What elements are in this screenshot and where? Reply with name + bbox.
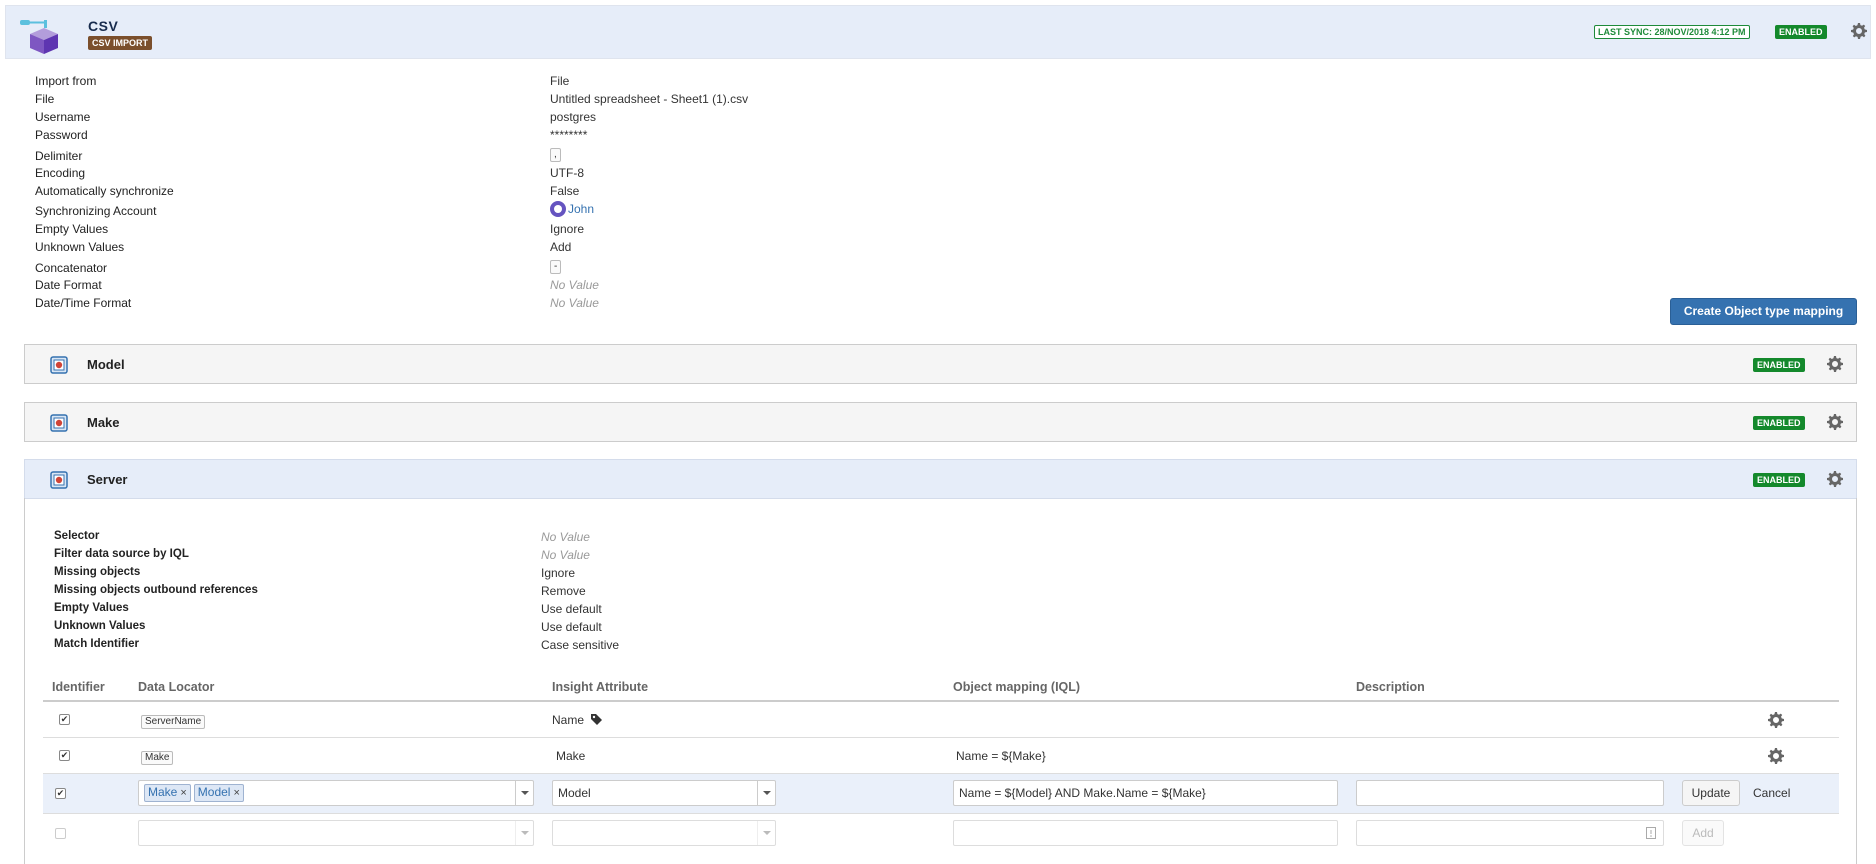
chevron-down-icon[interactable] <box>515 821 533 845</box>
prop-import-from: Import from File <box>35 74 570 88</box>
locator-tag: Model × <box>193 784 244 802</box>
prop-datetime-format: Date/Time Format No Value <box>35 296 599 310</box>
locator-tag: Make × <box>144 784 191 802</box>
sprop-missing-objects: Missing objects Ignore <box>54 566 576 580</box>
prop-auto-sync: Automatically synchronize False <box>35 184 580 198</box>
prop-delimiter: Delimiter, <box>35 146 835 166</box>
insight-attribute: Name <box>552 713 603 727</box>
sync-account-link[interactable]: John <box>568 202 594 216</box>
sprop-selector: Selector No Value <box>54 530 590 544</box>
object-mapping-input[interactable]: Name = ${Model} AND Make.Name = ${Make} <box>953 780 1338 806</box>
prop-password: Password ******** <box>35 128 588 142</box>
mapping-name: Make <box>87 415 120 430</box>
label-tag-icon <box>591 714 603 725</box>
import-header: CSV CSV IMPORT LAST SYNC: 28/NOV/2018 4:… <box>5 5 1871 59</box>
status-badge: ENABLED <box>1753 473 1805 487</box>
identifier-checkbox[interactable]: ✔ <box>59 714 70 725</box>
mapping-panel-model[interactable]: Model ENABLED <box>24 344 1857 384</box>
data-locator-select[interactable]: Make × Model × <box>138 780 534 806</box>
cancel-link[interactable]: Cancel <box>1753 786 1790 800</box>
object-mapping-input[interactable] <box>953 820 1338 846</box>
row-settings-gear-icon[interactable] <box>1768 748 1784 764</box>
table-row[interactable]: ✔ Make Make Name = ${Make} <box>43 738 1839 774</box>
mapping-panel-server[interactable]: Server ENABLED <box>24 459 1857 499</box>
object-type-icon <box>50 356 68 374</box>
last-sync-badge: LAST SYNC: 28/NOV/2018 4:12 PM <box>1594 25 1750 39</box>
concatenator-chip: - <box>550 260 562 274</box>
description-input[interactable] <box>1356 780 1664 806</box>
import-settings-gear-icon[interactable] <box>1851 23 1867 39</box>
col-data-locator: Data Locator <box>138 680 215 694</box>
user-avatar <box>550 201 566 217</box>
mapping-name: Model <box>87 357 125 372</box>
object-type-icon <box>50 414 68 432</box>
mapping-settings-gear-icon[interactable] <box>1827 356 1843 372</box>
col-object-mapping: Object mapping (IQL) <box>953 680 1081 694</box>
import-title: CSV <box>88 18 119 34</box>
description-input[interactable] <box>1356 820 1664 846</box>
data-locator-select[interactable] <box>138 820 534 846</box>
table-row[interactable]: ✔ ServerName Name <box>43 702 1839 738</box>
add-button[interactable]: Add <box>1682 820 1724 846</box>
import-properties: Import from File File Untitled spreadsheet… <box>35 74 835 314</box>
mapping-name: Server <box>87 472 128 487</box>
data-locator-chip: ServerName <box>141 715 206 729</box>
prop-sync-account: Synchronizing Account John <box>35 201 595 218</box>
chevron-down-icon[interactable] <box>757 781 775 805</box>
mapping-settings-gear-icon[interactable] <box>1827 471 1843 487</box>
chevron-down-icon[interactable] <box>515 781 533 805</box>
sprop-filter-iql: Filter data source by IQL No Value <box>54 548 590 562</box>
sprop-match-identifier: Match Identifier Case sensitive <box>54 638 620 652</box>
identifier-checkbox[interactable]: ✔ <box>55 788 66 799</box>
text-expand-icon[interactable] <box>1646 827 1656 839</box>
mapping-settings-gear-icon[interactable] <box>1827 414 1843 430</box>
insight-attribute-select[interactable] <box>552 820 776 846</box>
sprop-missing-outbound: Missing objects outbound references Remov… <box>54 584 586 598</box>
csv-package-icon <box>20 20 58 54</box>
status-badge: ENABLED <box>1753 358 1805 372</box>
status-badge: ENABLED <box>1775 25 1827 39</box>
update-button[interactable]: Update <box>1682 780 1740 806</box>
object-type-icon <box>50 471 68 489</box>
col-description: Description <box>1356 680 1425 694</box>
prop-unknown-values: Unknown Values Add <box>35 240 572 254</box>
remove-tag-icon[interactable]: × <box>233 787 239 799</box>
table-header: Identifier Data Locator Insight Attribut… <box>43 676 1839 702</box>
insight-attribute: Make <box>556 749 586 763</box>
prop-username: Username postgres <box>35 110 597 124</box>
prop-date-format: Date Format No Value <box>35 278 599 292</box>
create-object-type-mapping-button[interactable]: Create Object type mapping <box>1670 298 1857 325</box>
col-identifier: Identifier <box>52 680 105 694</box>
row-settings-gear-icon[interactable] <box>1768 712 1784 728</box>
insight-attribute-select[interactable]: Model <box>552 780 776 806</box>
import-type-badge: CSV IMPORT <box>88 36 153 50</box>
prop-encoding: Encoding UTF-8 <box>35 166 584 180</box>
mapping-panel-make[interactable]: Make ENABLED <box>24 402 1857 442</box>
prop-concatenator: Concatenator - <box>35 258 835 278</box>
col-insight-attribute: Insight Attribute <box>552 680 649 694</box>
table-row-new[interactable]: Add <box>43 814 1839 854</box>
sprop-empty-values: Empty Values Use default <box>54 602 602 616</box>
attribute-mapping-table: Identifier Data Locator Insight Attribut… <box>43 676 1839 854</box>
sprop-unknown-values: Unknown Values Use default <box>54 620 602 634</box>
object-mapping-iql: Name = ${Make} <box>956 749 1046 763</box>
status-badge: ENABLED <box>1753 416 1805 430</box>
prop-empty-values: Empty Values Ignore <box>35 222 585 236</box>
table-row-editing[interactable]: ✔ Make × Model × Model Name = ${Model} AND … <box>43 774 1839 814</box>
data-locator-chip: Make <box>141 751 174 765</box>
identifier-checkbox[interactable]: ✔ <box>59 750 70 761</box>
prop-file: File Untitled spreadsheet - Sheet1 (1).cs… <box>35 92 749 106</box>
delimiter-chip: , <box>550 148 561 162</box>
server-mapping-properties: Selector No Value Filter data source by I… <box>54 530 754 656</box>
identifier-checkbox[interactable] <box>55 828 66 839</box>
remove-tag-icon[interactable]: × <box>180 787 186 799</box>
chevron-down-icon[interactable] <box>757 821 775 845</box>
